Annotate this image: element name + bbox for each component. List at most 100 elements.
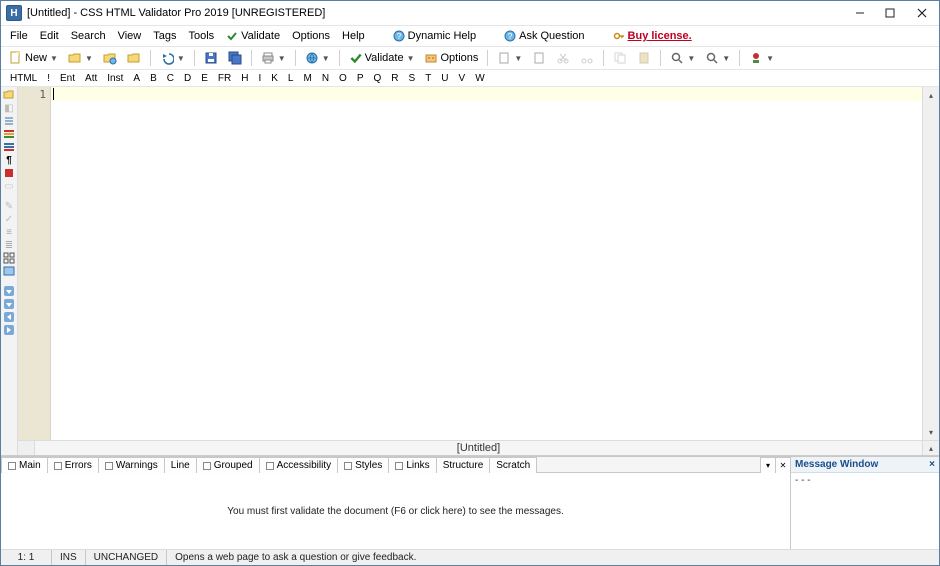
gutter-check-icon[interactable]: ✓ xyxy=(3,213,15,225)
tag-a[interactable]: A xyxy=(128,73,145,84)
tag-bang[interactable]: ! xyxy=(42,73,55,84)
dynamic-help-button[interactable]: ? Dynamic Help xyxy=(387,28,482,44)
options-button[interactable]: Options xyxy=(420,48,482,68)
browser-preview-button[interactable]: ▼ xyxy=(301,48,334,68)
gutter-arrow-left-icon[interactable] xyxy=(3,311,15,323)
menu-tags[interactable]: Tags xyxy=(147,28,182,44)
menu-help[interactable]: Help xyxy=(336,28,371,44)
tag-c[interactable]: C xyxy=(162,73,179,84)
gutter-arrow-down-icon[interactable] xyxy=(3,285,15,297)
menu-tools[interactable]: Tools xyxy=(182,28,220,44)
open-url-button[interactable] xyxy=(99,48,121,68)
tab-line[interactable]: Line xyxy=(164,457,197,473)
gutter-grid-icon[interactable] xyxy=(3,252,15,264)
save-all-button[interactable] xyxy=(224,48,246,68)
tab-dropdown-button[interactable]: ▾ xyxy=(760,457,776,473)
menu-file[interactable]: File xyxy=(4,28,34,44)
tag-i[interactable]: I xyxy=(253,73,266,84)
scroll-up-tab-button[interactable]: ▴ xyxy=(922,441,939,455)
tab-links[interactable]: Links xyxy=(388,457,436,473)
cut-button[interactable] xyxy=(552,48,574,68)
gutter-wand-icon[interactable]: ✎ xyxy=(3,200,15,212)
scroll-up-button[interactable]: ▴ xyxy=(923,87,939,103)
menu-edit[interactable]: Edit xyxy=(34,28,65,44)
tab-main[interactable]: Main xyxy=(1,457,48,473)
menu-options[interactable]: Options xyxy=(286,28,336,44)
cut-alt-button[interactable] xyxy=(576,48,598,68)
close-button[interactable] xyxy=(905,2,939,24)
scroll-track[interactable] xyxy=(923,103,939,424)
tag-q[interactable]: Q xyxy=(369,73,387,84)
messages-body[interactable]: You must first validate the document (F6… xyxy=(1,473,790,549)
tab-close-button[interactable]: ✕ xyxy=(775,457,791,473)
gutter-folder-icon[interactable] xyxy=(3,89,15,101)
gutter-list-icon[interactable] xyxy=(3,115,15,127)
message-window-close-button[interactable]: × xyxy=(929,459,935,470)
tag-p[interactable]: P xyxy=(352,73,369,84)
menu-validate[interactable]: Validate xyxy=(220,28,286,44)
tab-styles[interactable]: Styles xyxy=(337,457,389,473)
menu-search[interactable]: Search xyxy=(65,28,112,44)
gutter-arrow-right-icon[interactable] xyxy=(3,324,15,336)
replace-button[interactable]: ▼ xyxy=(701,48,734,68)
tag-t[interactable]: T xyxy=(420,73,436,84)
undo-button[interactable]: ▼ xyxy=(156,48,189,68)
tag-k[interactable]: K xyxy=(266,73,283,84)
editor[interactable]: 1 ▴ ▾ xyxy=(18,87,939,440)
tab-scratch[interactable]: Scratch xyxy=(489,457,537,473)
tag-att[interactable]: Att xyxy=(80,73,102,84)
gutter-doc-icon[interactable]: ◧ xyxy=(3,102,15,114)
tag-e[interactable]: E xyxy=(196,73,213,84)
tag-v[interactable]: V xyxy=(454,73,471,84)
tag-ent[interactable]: Ent xyxy=(55,73,80,84)
tag-o[interactable]: O xyxy=(334,73,352,84)
buy-license-button[interactable]: Buy license. xyxy=(607,28,698,44)
maximize-button[interactable] xyxy=(875,2,905,24)
tab-grouped[interactable]: Grouped xyxy=(196,457,260,473)
tag-h[interactable]: H xyxy=(236,73,253,84)
minimize-button[interactable] xyxy=(845,2,875,24)
tag-s[interactable]: S xyxy=(404,73,421,84)
tab-warnings[interactable]: Warnings xyxy=(98,457,165,473)
paste-button[interactable] xyxy=(633,48,655,68)
tab-structure[interactable]: Structure xyxy=(436,457,491,473)
gutter-arrow-down2-icon[interactable] xyxy=(3,298,15,310)
copy-button[interactable] xyxy=(609,48,631,68)
gutter-misc-icon[interactable]: ≣ xyxy=(3,239,15,251)
menu-view[interactable]: View xyxy=(112,28,148,44)
gutter-red-icon[interactable] xyxy=(3,167,15,179)
scroll-down-button[interactable]: ▾ xyxy=(923,424,939,440)
tag-w[interactable]: W xyxy=(470,73,489,84)
gutter-para-icon[interactable]: ¶ xyxy=(3,154,15,166)
tag-l[interactable]: L xyxy=(283,73,299,84)
open-button[interactable]: ▼ xyxy=(64,48,97,68)
save-button[interactable] xyxy=(200,48,222,68)
code-area[interactable] xyxy=(51,87,922,440)
tag-html[interactable]: HTML xyxy=(5,73,42,84)
tag-d[interactable]: D xyxy=(179,73,196,84)
tab-errors[interactable]: Errors xyxy=(47,457,99,473)
gutter-grey-icon[interactable]: ▭ xyxy=(3,180,15,192)
document-tab[interactable]: [Untitled] xyxy=(34,441,922,455)
tag-b[interactable]: B xyxy=(145,73,162,84)
gutter-window-icon[interactable] xyxy=(3,265,15,277)
ask-question-button[interactable]: ? Ask Question xyxy=(498,28,590,44)
record-button[interactable]: ▼ xyxy=(745,48,778,68)
open-extra-button[interactable] xyxy=(123,48,145,68)
new-button[interactable]: New ▼ xyxy=(5,48,62,68)
tool-a-button[interactable]: ▼ xyxy=(493,48,526,68)
tag-r[interactable]: R xyxy=(386,73,403,84)
tab-accessibility[interactable]: Accessibility xyxy=(259,457,338,473)
gutter-bars2-icon[interactable] xyxy=(3,141,15,153)
tag-u[interactable]: U xyxy=(436,73,453,84)
tool-b-button[interactable] xyxy=(528,48,550,68)
tag-fr[interactable]: FR xyxy=(213,73,236,84)
gutter-bars1-icon[interactable] xyxy=(3,128,15,140)
print-button[interactable]: ▼ xyxy=(257,48,290,68)
tag-inst[interactable]: Inst xyxy=(102,73,128,84)
validate-button[interactable]: Validate ▼ xyxy=(345,48,419,68)
tag-m[interactable]: M xyxy=(298,73,316,84)
gutter-lines-icon[interactable]: ≡ xyxy=(3,226,15,238)
find-button[interactable]: ▼ xyxy=(666,48,699,68)
tag-n[interactable]: N xyxy=(317,73,334,84)
